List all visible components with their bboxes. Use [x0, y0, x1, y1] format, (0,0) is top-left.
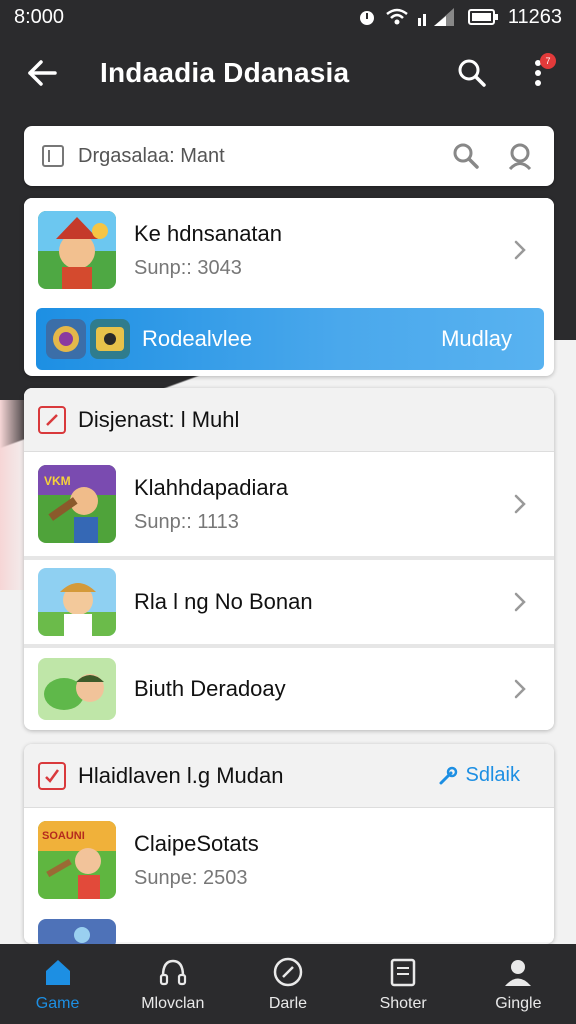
section-header: Disjenast: l Muhl: [24, 388, 554, 452]
section-header: Hlaidlaven l.g Mudan Sdlaik: [24, 744, 554, 808]
promo-thumbnail: [46, 319, 86, 359]
back-arrow-icon: [28, 60, 57, 86]
svg-text:VKM: VKM: [44, 474, 71, 488]
chevron-right-icon: [500, 230, 540, 270]
nav-label: Shoter: [379, 995, 427, 1012]
nav-item-mlovclan[interactable]: Mlovclan: [118, 955, 228, 1013]
featured-card: Ke hdnsanatan Sunp:: 3043 Rodealvlee Mud…: [24, 198, 554, 376]
voice-search-button[interactable]: [504, 140, 536, 172]
wrench-icon: [439, 766, 457, 784]
status-clock: 11263: [507, 5, 562, 28]
item-title: Klahhdapadiara: [134, 474, 289, 500]
alarm-icon: [358, 8, 376, 26]
back-button[interactable]: [14, 45, 70, 101]
app-bar: Indaadia Ddanasia 7: [0, 40, 576, 106]
page-title: Indaadia Ddanasia: [100, 57, 350, 88]
item-subtitle: Sunp:: 3043: [134, 256, 242, 279]
search-icon: [453, 143, 479, 169]
game-thumbnail: SOAUNI: [38, 821, 116, 899]
nav-label: Mlovclan: [141, 995, 205, 1012]
section-card: Hlaidlaven l.g Mudan Sdlaik SOAUNI Claip…: [24, 744, 554, 944]
item-title: ClaipeSotats: [134, 830, 259, 856]
search-input[interactable]: [78, 144, 428, 168]
edit-icon: [38, 405, 66, 434]
promo-thumbnail: [90, 319, 130, 359]
nav-label: Game: [35, 995, 80, 1012]
nav-item-shoter[interactable]: Shoter: [348, 955, 458, 1013]
item-title: Ke hdnsanatan: [134, 220, 283, 246]
document-icon: [42, 145, 64, 167]
edit-icon: [38, 761, 66, 790]
game-thumbnail: VKM: [38, 465, 116, 543]
svg-text:SOAUNI: SOAUNI: [42, 830, 85, 842]
nav-label: Darle: [268, 995, 308, 1012]
status-bar: 8:000 11263: [0, 0, 576, 34]
section-action-label: Sdlaik: [465, 764, 520, 786]
headset-icon: [156, 955, 190, 989]
item-title: Biuth Deradoay: [134, 676, 286, 701]
bottom-navigation: Game Mlovclan Darle Shoter Gingle: [0, 944, 576, 1024]
section-action-button[interactable]: Sdlaik: [438, 764, 520, 787]
list-item[interactable]: Biuth Deradoay: [24, 648, 554, 730]
section-title: Hlaidlaven l.g Mudan: [78, 762, 284, 788]
status-time: 8:000: [14, 5, 65, 28]
nav-item-game[interactable]: Game: [3, 955, 113, 1013]
chevron-right-icon: [500, 582, 540, 622]
search-button[interactable]: [448, 49, 496, 97]
list-item[interactable]: [24, 912, 554, 944]
list-item[interactable]: Ke hdnsanatan Sunp:: 3043: [24, 198, 554, 302]
search-bar: [24, 126, 554, 186]
home-icon: [41, 955, 75, 989]
promo-action-button[interactable]: Mudlay: [441, 326, 512, 352]
section-card: Disjenast: l Muhl VKM Klahhdapadiara Sun…: [24, 388, 554, 730]
clipboard-icon: [386, 955, 420, 989]
chevron-right-icon: [500, 484, 540, 524]
item-title: Rla l ng No Bonan: [134, 589, 313, 614]
nav-label: Gingle: [495, 995, 542, 1012]
nav-item-gingle[interactable]: Gingle: [463, 955, 573, 1013]
item-subtitle: Sunpe: 2503: [134, 866, 248, 889]
item-subtitle: Sunp:: 1113: [134, 510, 239, 533]
search-submit-button[interactable]: [450, 140, 482, 172]
user-icon: [508, 143, 532, 170]
profile-icon: [501, 955, 535, 989]
more-options-button[interactable]: 7: [518, 49, 558, 97]
signal-icon: [417, 8, 458, 26]
nav-item-darle[interactable]: Darle: [233, 955, 343, 1013]
notification-badge: 7: [540, 53, 556, 69]
chevron-right-icon: [500, 669, 540, 709]
game-thumbnail: [38, 658, 116, 720]
game-thumbnail: [38, 211, 116, 289]
battery-icon: [467, 8, 498, 26]
promo-label: Rodealvlee: [142, 326, 253, 351]
game-thumbnail: [38, 568, 116, 636]
list-item[interactable]: VKM Klahhdapadiara Sunp:: 1113: [24, 452, 554, 556]
wifi-icon: [386, 8, 408, 26]
compass-icon: [271, 955, 305, 989]
section-title: Disjenast: l Muhl: [78, 406, 240, 432]
game-thumbnail: [38, 919, 116, 944]
search-icon: [458, 59, 486, 87]
list-item[interactable]: Rla l ng No Bonan: [24, 560, 554, 644]
list-item[interactable]: SOAUNI ClaipeSotats Sunpe: 2503: [24, 808, 554, 912]
promo-banner[interactable]: Rodealvlee Mudlay: [36, 308, 544, 370]
